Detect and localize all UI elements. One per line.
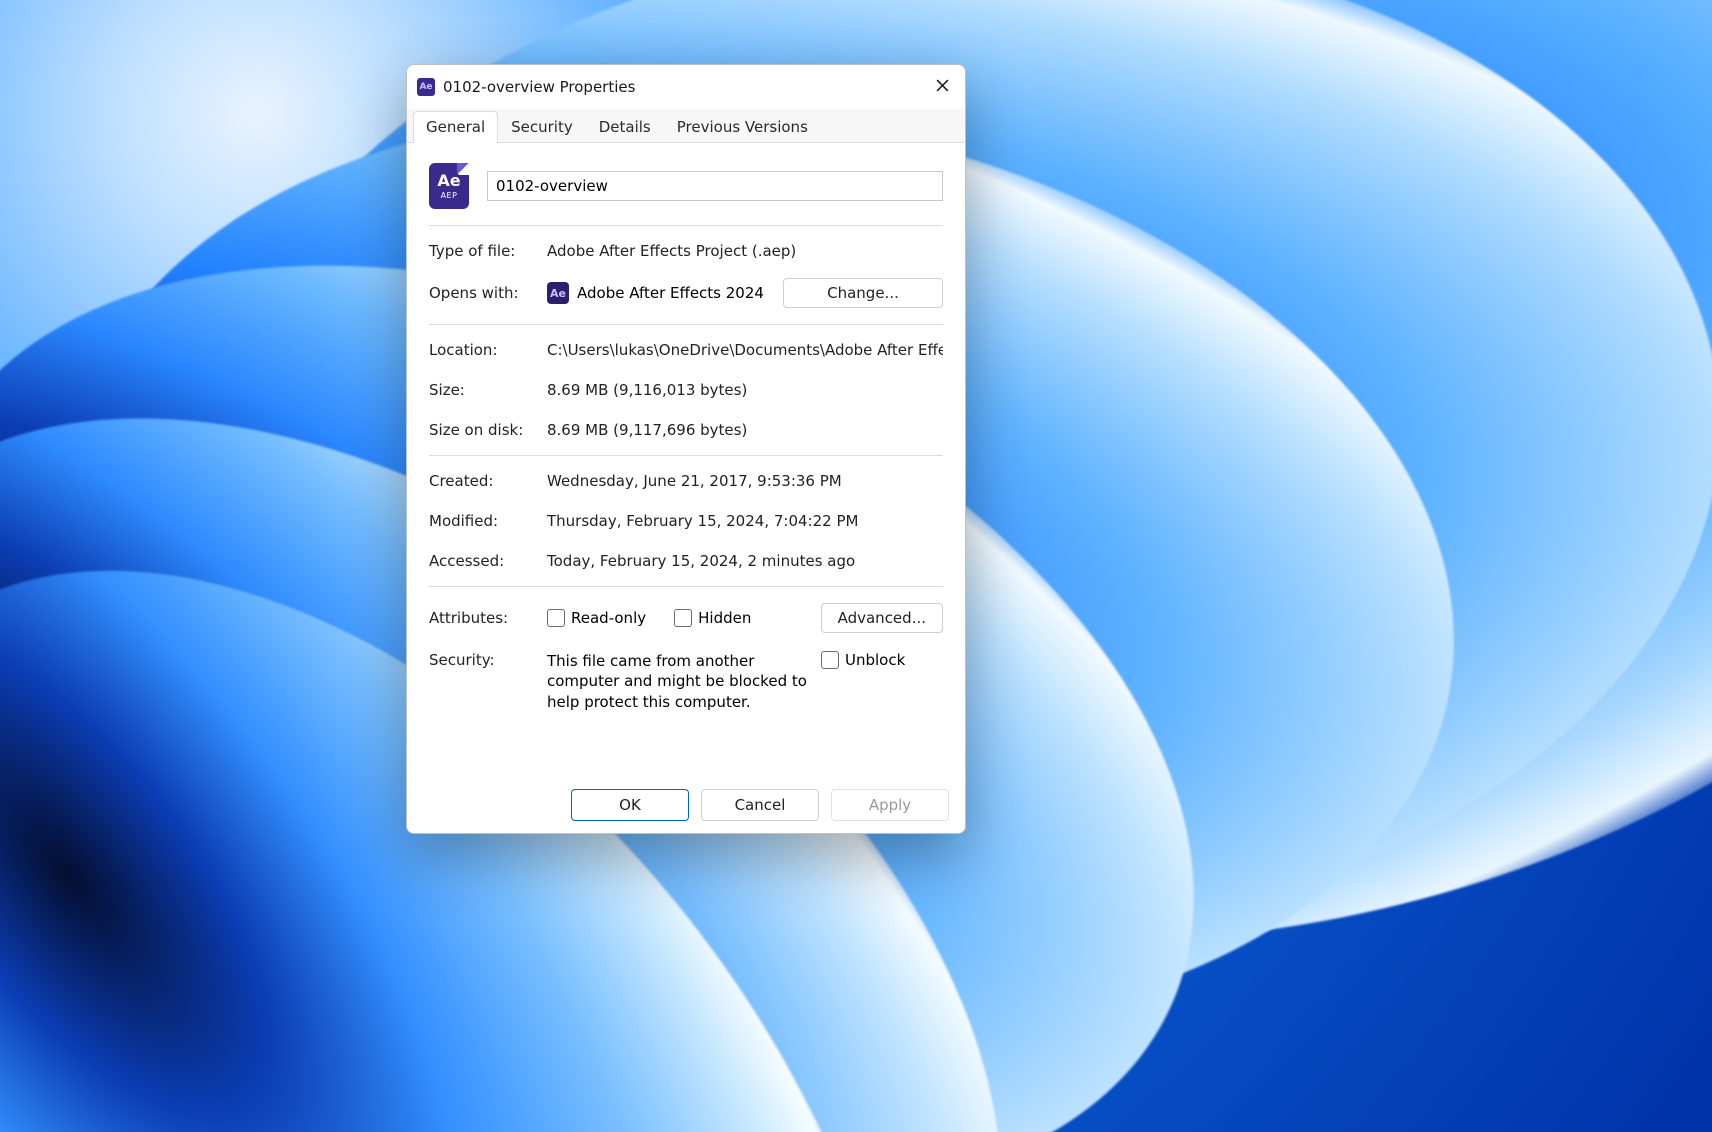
separator xyxy=(429,586,943,587)
value-modified: Thursday, February 15, 2024, 7:04:22 PM xyxy=(547,512,943,530)
opens-with-app-icon-label: Ae xyxy=(550,287,566,300)
value-created: Wednesday, June 21, 2017, 9:53:36 PM xyxy=(547,472,943,490)
value-opens-with: Adobe After Effects 2024 xyxy=(577,284,764,302)
checkbox-unblock-label: Unblock xyxy=(845,651,905,669)
app-icon: Ae xyxy=(417,78,435,96)
checkbox-hidden-label: Hidden xyxy=(698,609,751,627)
file-header: Ae AEP xyxy=(429,163,943,209)
close-icon xyxy=(936,79,949,92)
filename-input[interactable] xyxy=(487,171,943,201)
tab-details[interactable]: Details xyxy=(586,111,664,143)
apply-button[interactable]: Apply xyxy=(831,789,949,821)
checkbox-box-icon xyxy=(821,651,839,669)
row-accessed: Accessed: Today, February 15, 2024, 2 mi… xyxy=(429,552,943,570)
change-button[interactable]: Change... xyxy=(783,278,943,308)
separator xyxy=(429,324,943,325)
value-accessed: Today, February 15, 2024, 2 minutes ago xyxy=(547,552,943,570)
row-modified: Modified: Thursday, February 15, 2024, 7… xyxy=(429,512,943,530)
tab-previous-versions[interactable]: Previous Versions xyxy=(664,111,821,143)
checkbox-hidden[interactable]: Hidden xyxy=(674,609,751,627)
row-security: Security: This file came from another co… xyxy=(429,651,943,712)
file-icon-text-bottom: AEP xyxy=(441,191,458,200)
app-icon-label: Ae xyxy=(419,82,432,92)
dialog-button-strip: OK Cancel Apply xyxy=(407,777,965,833)
value-size: 8.69 MB (9,116,013 bytes) xyxy=(547,381,943,399)
checkbox-read-only-label: Read-only xyxy=(571,609,646,627)
value-type-of-file: Adobe After Effects Project (.aep) xyxy=(547,242,943,260)
checkbox-read-only[interactable]: Read-only xyxy=(547,609,646,627)
label-attributes: Attributes: xyxy=(429,609,547,627)
tab-security[interactable]: Security xyxy=(498,111,586,143)
close-button[interactable] xyxy=(919,65,965,105)
checkbox-unblock[interactable]: Unblock xyxy=(821,651,905,669)
label-accessed: Accessed: xyxy=(429,552,547,570)
row-created: Created: Wednesday, June 21, 2017, 9:53:… xyxy=(429,472,943,490)
label-size: Size: xyxy=(429,381,547,399)
checkbox-box-icon xyxy=(674,609,692,627)
tab-general[interactable]: General xyxy=(413,111,498,143)
row-opens-with: Opens with: Ae Adobe After Effects 2024 … xyxy=(429,278,943,308)
label-security: Security: xyxy=(429,651,547,669)
file-icon-text-top: Ae xyxy=(437,173,460,189)
label-created: Created: xyxy=(429,472,547,490)
row-attributes: Attributes: Read-only Hidden Advanced... xyxy=(429,603,943,633)
file-type-icon: Ae AEP xyxy=(429,163,469,209)
value-size-on-disk: 8.69 MB (9,117,696 bytes) xyxy=(547,421,943,439)
label-type-of-file: Type of file: xyxy=(429,242,547,260)
security-notice: This file came from another computer and… xyxy=(547,651,807,712)
advanced-button[interactable]: Advanced... xyxy=(821,603,943,633)
opens-with-app-icon: Ae xyxy=(547,282,569,304)
label-modified: Modified: xyxy=(429,512,547,530)
tab-strip: General Security Details Previous Versio… xyxy=(407,109,965,143)
value-location: C:\Users\lukas\OneDrive\Documents\Adobe … xyxy=(547,341,943,359)
checkbox-box-icon xyxy=(547,609,565,627)
properties-dialog: Ae 0102-overview Properties General Secu… xyxy=(406,64,966,834)
row-size: Size: 8.69 MB (9,116,013 bytes) xyxy=(429,381,943,399)
tab-page-general: Ae AEP Type of file: Adobe After Effects… xyxy=(407,143,965,777)
titlebar[interactable]: Ae 0102-overview Properties xyxy=(407,65,965,109)
window-title: 0102-overview Properties xyxy=(443,78,635,96)
row-type-of-file: Type of file: Adobe After Effects Projec… xyxy=(429,242,943,260)
cancel-button[interactable]: Cancel xyxy=(701,789,819,821)
label-size-on-disk: Size on disk: xyxy=(429,421,547,439)
label-location: Location: xyxy=(429,341,547,359)
label-opens-with: Opens with: xyxy=(429,284,547,302)
row-size-on-disk: Size on disk: 8.69 MB (9,117,696 bytes) xyxy=(429,421,943,439)
separator xyxy=(429,455,943,456)
row-location: Location: C:\Users\lukas\OneDrive\Docume… xyxy=(429,341,943,359)
ok-button[interactable]: OK xyxy=(571,789,689,821)
separator xyxy=(429,225,943,226)
